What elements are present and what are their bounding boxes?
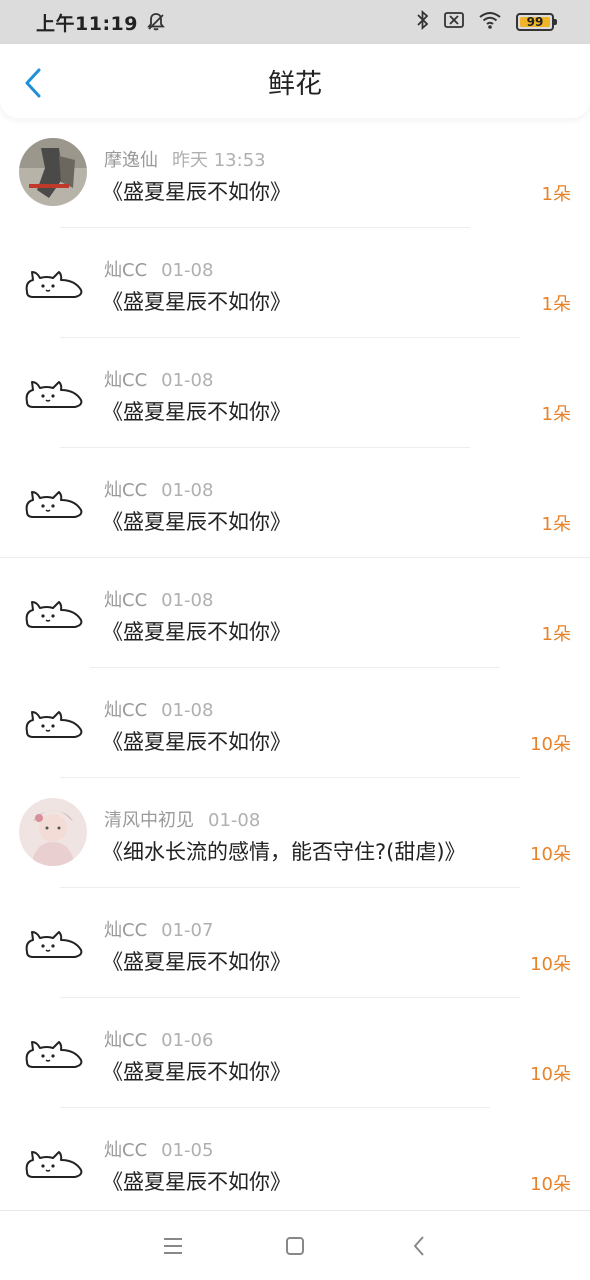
avatar[interactable] xyxy=(19,798,87,866)
sent-date: 01-08 xyxy=(161,260,214,281)
home-button[interactable] xyxy=(282,1233,308,1259)
app-header: 鲜花 xyxy=(0,44,590,118)
sender-name[interactable]: 摩逸仙 xyxy=(104,150,158,171)
book-title[interactable]: 《盛夏星辰不如你》 xyxy=(102,396,291,426)
item-meta: 灿CC 01-06 xyxy=(104,1026,213,1052)
sender-name[interactable]: 灿CC xyxy=(104,370,147,391)
chevron-left-icon xyxy=(25,68,41,98)
list-item[interactable]: 灿CC 01-08 《盛夏星辰不如你》 1朵 xyxy=(0,448,590,558)
book-title[interactable]: 《盛夏星辰不如你》 xyxy=(102,1166,291,1196)
flower-count: 1朵 xyxy=(541,404,571,425)
list-item[interactable]: 清风中初见 01-08 《细水长流的感情，能否守住?(甜虐)》 10朵 xyxy=(0,778,590,888)
item-meta: 摩逸仙 昨天 13:53 xyxy=(104,146,266,172)
cat-avatar-icon[interactable] xyxy=(19,908,87,976)
sender-name[interactable]: 灿CC xyxy=(104,480,147,501)
battery-icon: 99 xyxy=(516,13,557,31)
list-item[interactable]: 灿CC 01-05 《盛夏星辰不如你》 10朵 xyxy=(0,1108,590,1218)
cat-avatar-icon[interactable] xyxy=(19,1018,87,1086)
cat-avatar-icon[interactable] xyxy=(19,358,87,426)
book-title[interactable]: 《盛夏星辰不如你》 xyxy=(102,286,291,316)
do-not-disturb-icon xyxy=(146,12,166,32)
sent-date: 01-08 xyxy=(161,370,214,391)
item-meta: 灿CC 01-08 xyxy=(104,366,213,392)
item-meta: 灿CC 01-08 xyxy=(104,476,213,502)
sender-name[interactable]: 清风中初见 xyxy=(104,810,194,831)
status-icons: 99 xyxy=(416,9,557,35)
book-title[interactable]: 《盛夏星辰不如你》 xyxy=(102,616,291,646)
flower-count: 1朵 xyxy=(541,184,571,205)
list-item[interactable]: 灿CC 01-08 《盛夏星辰不如你》 1朵 xyxy=(0,228,590,338)
flower-count: 1朵 xyxy=(541,514,571,535)
flower-count: 10朵 xyxy=(530,1064,571,1085)
item-meta: 清风中初见 01-08 xyxy=(104,806,260,832)
status-time: 上午11:19 xyxy=(36,12,138,35)
book-title[interactable]: 《细水长流的感情，能否守住?(甜虐)》 xyxy=(102,836,466,866)
item-meta: 灿CC 01-05 xyxy=(104,1136,213,1162)
sent-date: 昨天 13:53 xyxy=(172,150,266,171)
sender-name[interactable]: 灿CC xyxy=(104,920,147,941)
back-nav-button[interactable] xyxy=(406,1233,432,1259)
page-title: 鲜花 xyxy=(268,68,322,100)
list-item[interactable]: 灿CC 01-08 《盛夏星辰不如你》 1朵 xyxy=(0,338,590,448)
flower-count: 10朵 xyxy=(530,734,571,755)
menu-icon xyxy=(164,1238,182,1254)
bluetooth-icon xyxy=(416,9,430,35)
book-title[interactable]: 《盛夏星辰不如你》 xyxy=(102,726,291,756)
cat-avatar-icon[interactable] xyxy=(19,578,87,646)
sim-off-icon xyxy=(444,11,464,33)
sender-name[interactable]: 灿CC xyxy=(104,1140,147,1161)
system-nav-bar xyxy=(0,1210,590,1280)
item-meta: 灿CC 01-08 xyxy=(104,586,213,612)
sent-date: 01-05 xyxy=(161,1140,214,1161)
list-item[interactable]: 灿CC 01-08 《盛夏星辰不如你》 10朵 xyxy=(0,668,590,778)
cat-avatar-icon[interactable] xyxy=(19,1128,87,1196)
sent-date: 01-07 xyxy=(161,920,214,941)
list-item[interactable]: 灿CC 01-08 《盛夏星辰不如你》 1朵 xyxy=(0,558,590,668)
flower-count: 10朵 xyxy=(530,1174,571,1195)
cat-avatar-icon[interactable] xyxy=(19,468,87,536)
list-item[interactable]: 灿CC 01-07 《盛夏星辰不如你》 10朵 xyxy=(0,888,590,998)
cat-avatar-icon[interactable] xyxy=(19,248,87,316)
battery-level: 99 xyxy=(526,15,544,29)
sender-name[interactable]: 灿CC xyxy=(104,590,147,611)
status-bar: 上午11:19 99 xyxy=(0,0,590,44)
book-title[interactable]: 《盛夏星辰不如你》 xyxy=(102,176,291,206)
book-title[interactable]: 《盛夏星辰不如你》 xyxy=(102,946,291,976)
flower-list: 摩逸仙 昨天 13:53 《盛夏星辰不如你》 1朵 灿CC 01-08 《盛夏星辰不如你》 1… xyxy=(0,118,590,1218)
back-button[interactable] xyxy=(20,68,46,98)
book-title[interactable]: 《盛夏星辰不如你》 xyxy=(102,506,291,536)
back-triangle-icon xyxy=(414,1236,424,1256)
list-item[interactable]: 摩逸仙 昨天 13:53 《盛夏星辰不如你》 1朵 xyxy=(0,118,590,228)
sent-date: 01-08 xyxy=(161,590,214,611)
item-meta: 灿CC 01-07 xyxy=(104,916,213,942)
sent-date: 01-08 xyxy=(208,810,261,831)
sent-date: 01-08 xyxy=(161,700,214,721)
item-meta: 灿CC 01-08 xyxy=(104,696,213,722)
sender-name[interactable]: 灿CC xyxy=(104,260,147,281)
sender-name[interactable]: 灿CC xyxy=(104,700,147,721)
flower-count: 10朵 xyxy=(530,954,571,975)
home-square-icon xyxy=(286,1237,304,1255)
flower-count: 1朵 xyxy=(541,294,571,315)
sent-date: 01-06 xyxy=(161,1030,214,1051)
list-item[interactable]: 灿CC 01-06 《盛夏星辰不如你》 10朵 xyxy=(0,998,590,1108)
avatar[interactable] xyxy=(19,138,87,206)
wifi-icon xyxy=(478,11,502,34)
flower-count: 10朵 xyxy=(530,844,571,865)
cat-avatar-icon[interactable] xyxy=(19,688,87,756)
book-title[interactable]: 《盛夏星辰不如你》 xyxy=(102,1056,291,1086)
sent-date: 01-08 xyxy=(161,480,214,501)
flower-count: 1朵 xyxy=(541,624,571,645)
sender-name[interactable]: 灿CC xyxy=(104,1030,147,1051)
menu-button[interactable] xyxy=(160,1233,186,1259)
item-meta: 灿CC 01-08 xyxy=(104,256,213,282)
